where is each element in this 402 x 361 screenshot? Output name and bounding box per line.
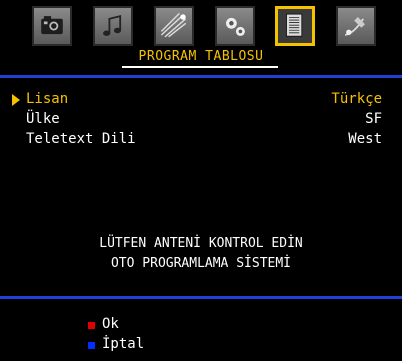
document-list-icon[interactable] (275, 6, 315, 46)
page-title: PROGRAM TABLOSU (138, 49, 264, 64)
menu-item-value: West (348, 131, 382, 147)
menu-item-label: Teletext Dili (26, 131, 136, 147)
satellite-icon[interactable] (336, 6, 376, 46)
menu-item-teletext-language[interactable]: Teletext Dili West (0, 131, 402, 151)
gears-icon[interactable] (215, 6, 255, 46)
blue-key-icon (88, 342, 95, 349)
menu-tab-bar: PROGRAM TABLOSU (0, 0, 402, 82)
menu-item-label: Ülke (26, 111, 60, 127)
menu-item-language[interactable]: Lisan Türkçe (0, 91, 402, 111)
ok-label: Ok (102, 316, 119, 332)
music-note-icon[interactable] (93, 6, 133, 46)
red-key-icon (88, 322, 95, 329)
auto-programming-message: OTO PROGRAMLAMA SİSTEMİ (110, 256, 291, 271)
menu-item-label: Lisan (26, 91, 69, 107)
menu-item-value: SF (365, 111, 382, 127)
antenna-warning-message: LÜTFEN ANTENİ KONTROL EDİN (99, 236, 303, 251)
meteor-icon[interactable] (154, 6, 194, 46)
cancel-label: İptal (102, 336, 145, 352)
top-divider (0, 75, 402, 78)
title-underline (122, 66, 278, 68)
camera-icon[interactable] (32, 6, 72, 46)
menu-item-country[interactable]: Ülke SF (0, 111, 402, 131)
menu-item-value: Türkçe (331, 91, 382, 107)
selection-arrow-icon (12, 94, 20, 106)
bottom-divider (0, 296, 402, 299)
